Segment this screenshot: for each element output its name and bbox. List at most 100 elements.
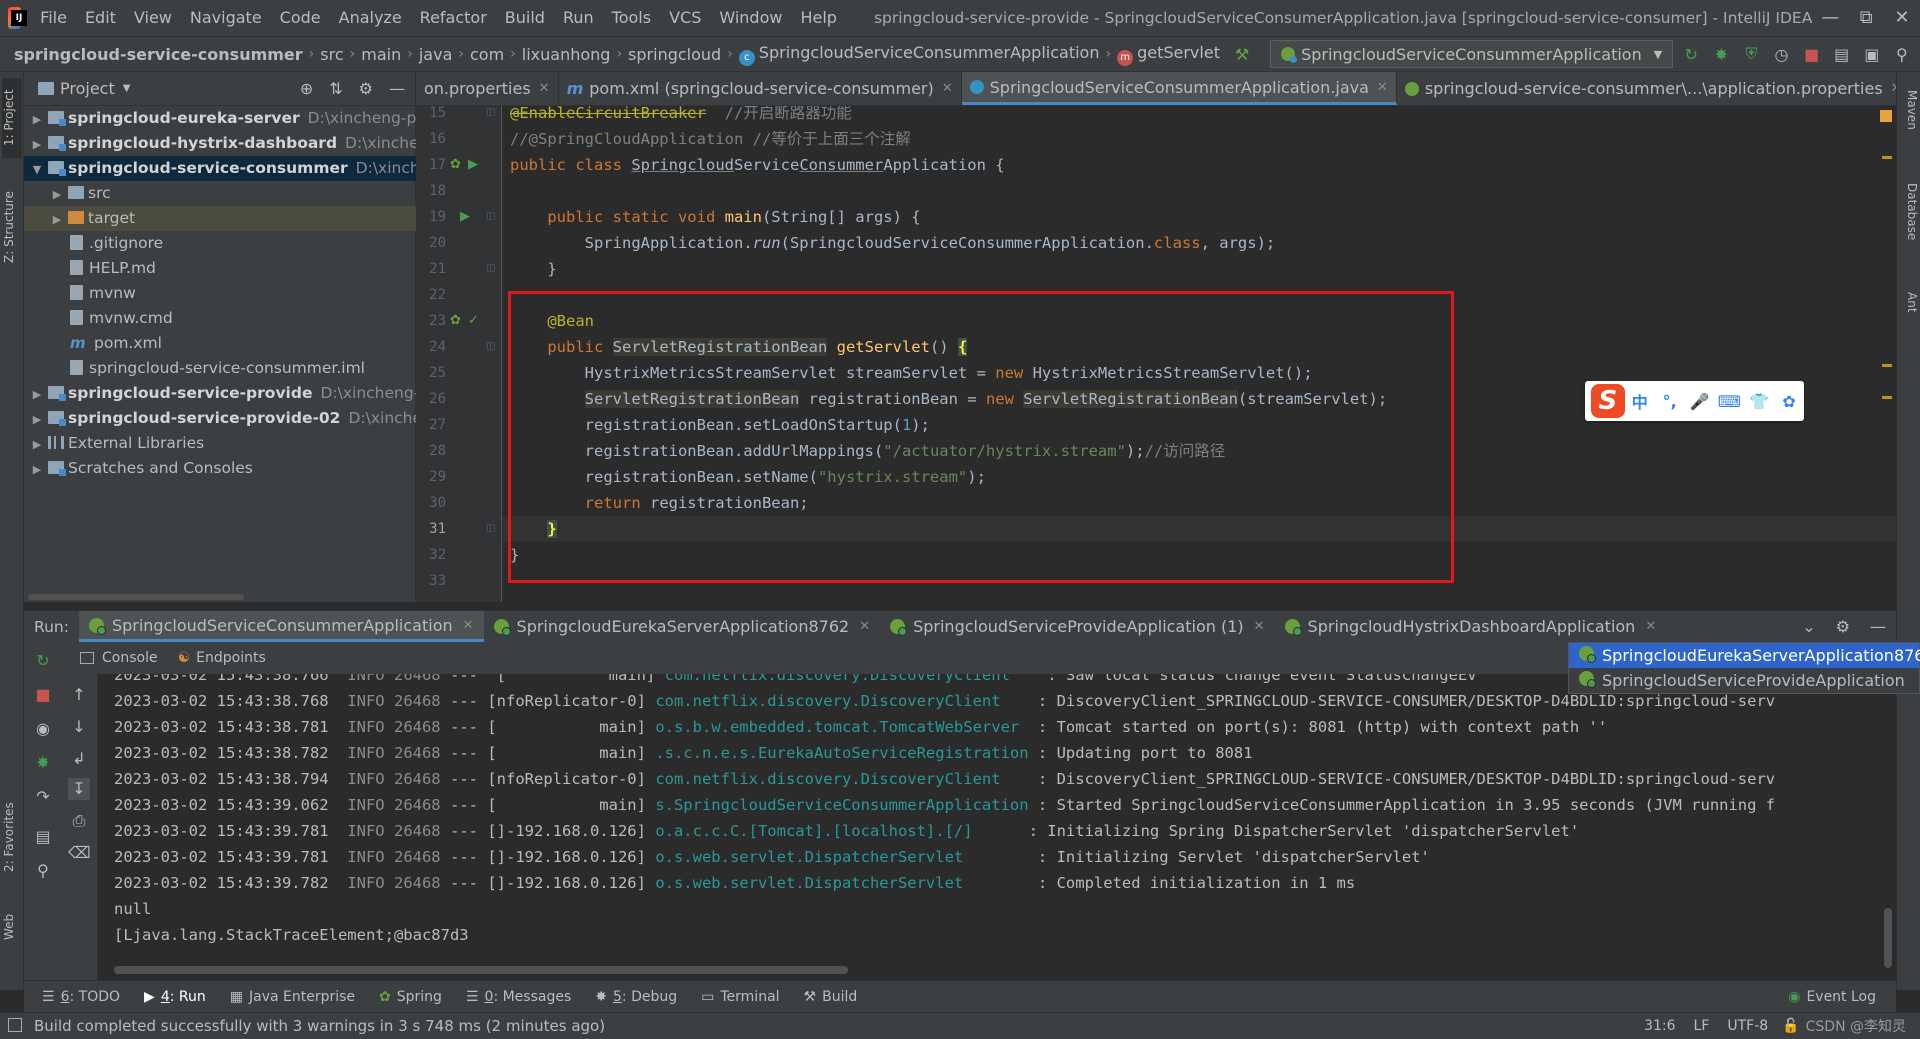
project-panel-title[interactable]: Project <box>60 79 115 98</box>
collapse-all-icon[interactable]: ⇅ <box>329 79 342 98</box>
spring-bean-gutter-icon[interactable]: ✿ <box>450 308 461 334</box>
trash-icon[interactable]: ⌫ <box>68 842 91 864</box>
database-tool-tab[interactable]: Database <box>1899 172 1919 252</box>
hide-panel-icon[interactable]: — <box>389 79 405 98</box>
run-gutter-icon[interactable]: ▶ <box>460 204 470 230</box>
menu-refactor[interactable]: Refactor <box>411 0 496 36</box>
console-output[interactable]: 2023-03-02 15:43:38.766 INFO 26468 --- [… <box>98 674 1896 970</box>
close-tab-icon[interactable]: ✕ <box>1645 619 1656 634</box>
breadcrumb-class[interactable]: c SpringcloudServiceConsummerApplication <box>735 43 1104 66</box>
log-logger[interactable]: .s.c.n.e.s.EurekaAutoServiceRegistration <box>655 744 1028 762</box>
print-icon[interactable]: ⎙ <box>68 810 90 832</box>
log-logger[interactable]: s.SpringcloudServiceConsummerApplication <box>655 796 1028 814</box>
chevron-right-icon[interactable]: ▶ <box>50 182 64 206</box>
stop-icon[interactable]: ■ <box>32 684 54 706</box>
spring-tool-tab[interactable]: ✿ Spring <box>379 989 442 1005</box>
java-enterprise-tool-tab[interactable]: ▦ Java Enterprise <box>230 989 355 1005</box>
run-tab-consummer[interactable]: SpringcloudServiceConsummerApplication ✕ <box>78 611 484 642</box>
restore-icon[interactable]: ⧉ <box>1848 0 1884 36</box>
chevron-right-icon[interactable]: ▶ <box>30 432 44 456</box>
tree-item-service-provide-02[interactable]: ▶ springcloud-service-provide-02 D:\xinche… <box>24 406 416 431</box>
run-tool-tab[interactable]: ▶ 4: Run <box>144 989 206 1005</box>
menu-run[interactable]: Run <box>554 0 603 36</box>
close-tab-icon[interactable]: ✕ <box>539 81 550 96</box>
log-logger[interactable]: o.s.b.w.embedded.tomcat.TomcatWebServer <box>655 718 1028 736</box>
run-configuration-selector[interactable]: SpringcloudServiceConsummerApplication ▼ <box>1270 40 1674 68</box>
run-tab-eureka-8762[interactable]: SpringcloudEurekaServerApplication8762 ✕ <box>484 611 881 642</box>
spring-bean-gutter-icon[interactable]: ✿ <box>450 152 461 178</box>
tree-item-src[interactable]: ▶ src <box>24 181 416 206</box>
exit-icon[interactable]: ↷ <box>32 786 54 808</box>
fold-icon[interactable]: ◫ <box>486 256 495 282</box>
menu-code[interactable]: Code <box>271 0 330 36</box>
editor-tab-pom[interactable]: m pom.xml (springcloud-service-consummer)… <box>559 72 962 105</box>
build-hammer-icon[interactable]: ⚒ <box>1230 40 1254 68</box>
log-logger[interactable]: com.netflix.discovery.DiscoveryClient <box>655 770 1028 788</box>
project-tool-tab[interactable]: 1: Project <box>2 78 22 158</box>
close-tab-icon[interactable]: ✕ <box>859 619 870 634</box>
menu-tools[interactable]: Tools <box>603 0 660 36</box>
scroll-down-icon[interactable]: ↓ <box>68 716 90 738</box>
breadcrumb-lixuanhong[interactable]: lixuanhong <box>518 45 615 64</box>
rerun-icon[interactable]: ↻ <box>1679 40 1703 68</box>
terminal-tool-tab[interactable]: ▭ Terminal <box>701 989 779 1005</box>
build-tool-tab[interactable]: ⚒ Build <box>804 989 858 1005</box>
endpoints-tab[interactable]: ☯ Endpoints <box>178 650 266 666</box>
favorites-tool-tab[interactable]: 2: Favorites <box>2 792 22 882</box>
close-icon[interactable]: ✕ <box>1884 0 1920 36</box>
breadcrumb-java[interactable]: java <box>415 45 457 64</box>
ime-keyboard-icon[interactable]: ⌨ <box>1714 392 1744 411</box>
tree-item-hystrix-dashboard[interactable]: ▶ springcloud-hystrix-dashboard D:\xinchen… <box>24 131 416 156</box>
tree-item-mvnw-cmd[interactable]: mvnw.cmd <box>24 306 416 331</box>
scroll-up-icon[interactable]: ↑ <box>68 684 90 706</box>
debug-bug-icon[interactable]: ✸ <box>1709 40 1733 68</box>
gear-icon[interactable]: ⚙ <box>1826 611 1860 642</box>
menu-help[interactable]: Help <box>791 0 845 36</box>
project-structure-icon[interactable]: ▤ <box>1830 40 1854 68</box>
close-tab-icon[interactable]: ✕ <box>463 618 474 633</box>
profile-icon[interactable]: ◷ <box>1769 40 1793 68</box>
event-log-tool-tab[interactable]: ◉ Event Log <box>1788 989 1876 1005</box>
error-stripe-mark[interactable] <box>1882 156 1892 159</box>
console-horizontal-scrollbar[interactable] <box>114 966 848 974</box>
scroll-to-end-icon[interactable]: ↧ <box>68 778 90 800</box>
warning-indicator-icon[interactable] <box>1880 110 1892 122</box>
chevron-right-icon[interactable]: ▶ <box>30 407 44 431</box>
soft-wrap-icon[interactable]: ↲ <box>68 748 90 770</box>
hide-panel-icon[interactable]: — <box>1860 611 1896 642</box>
breadcrumb-method[interactable]: m getServlet <box>1113 43 1224 66</box>
ime-microphone-icon[interactable]: 🎤 <box>1685 392 1715 411</box>
log-logger[interactable]: com.netflix.discovery.DiscoveryClient <box>655 692 1028 710</box>
search-icon[interactable]: ⚲ <box>1890 40 1914 68</box>
breadcrumb-main[interactable]: main <box>357 45 405 64</box>
ant-tool-tab[interactable]: Ant <box>1899 282 1919 322</box>
maven-tool-tab[interactable]: Maven <box>1899 80 1919 140</box>
breadcrumb-src[interactable]: src <box>316 45 347 64</box>
chevron-right-icon[interactable]: ▶ <box>30 107 44 131</box>
chevron-right-icon[interactable]: ▶ <box>30 132 44 156</box>
gear-icon[interactable]: ⚙ <box>359 79 373 98</box>
tree-item-target[interactable]: ▶ target <box>24 206 416 231</box>
close-tab-icon[interactable]: ✕ <box>1377 80 1388 95</box>
pin-icon[interactable]: ⚲ <box>32 860 54 882</box>
menu-edit[interactable]: Edit <box>76 0 125 36</box>
debug-tool-tab[interactable]: ✸ 5: Debug <box>595 989 677 1005</box>
error-stripe-mark[interactable] <box>1882 396 1892 399</box>
fold-icon[interactable]: ◫ <box>486 204 495 230</box>
tree-item-external-libraries[interactable]: ▶ External Libraries <box>24 431 416 456</box>
menu-build[interactable]: Build <box>496 0 554 36</box>
close-tab-icon[interactable]: ✕ <box>942 81 953 96</box>
minimize-icon[interactable]: — <box>1812 0 1848 36</box>
tree-item-gitignore[interactable]: .gitignore <box>24 231 416 256</box>
layout-icon[interactable]: ▣ <box>1860 40 1884 68</box>
tree-item-iml[interactable]: springcloud-service-consummer.iml <box>24 356 416 381</box>
popup-item-eureka-8761[interactable]: SpringcloudEurekaServerApplication8761 <box>1569 643 1920 668</box>
coverage-icon[interactable]: ⛨ <box>1739 40 1763 68</box>
close-tab-icon[interactable]: ✕ <box>1891 81 1896 96</box>
structure-tool-tab[interactable]: Z: Structure <box>2 182 22 272</box>
locate-icon[interactable]: ⊕ <box>300 79 313 98</box>
popup-item-service-provide[interactable]: SpringcloudServiceProvideApplication <box>1569 668 1919 693</box>
breadcrumb-springcloud[interactable]: springcloud <box>624 45 725 64</box>
caret-position[interactable]: 31:6 <box>1644 1018 1675 1034</box>
error-stripe-mark[interactable] <box>1882 364 1892 367</box>
